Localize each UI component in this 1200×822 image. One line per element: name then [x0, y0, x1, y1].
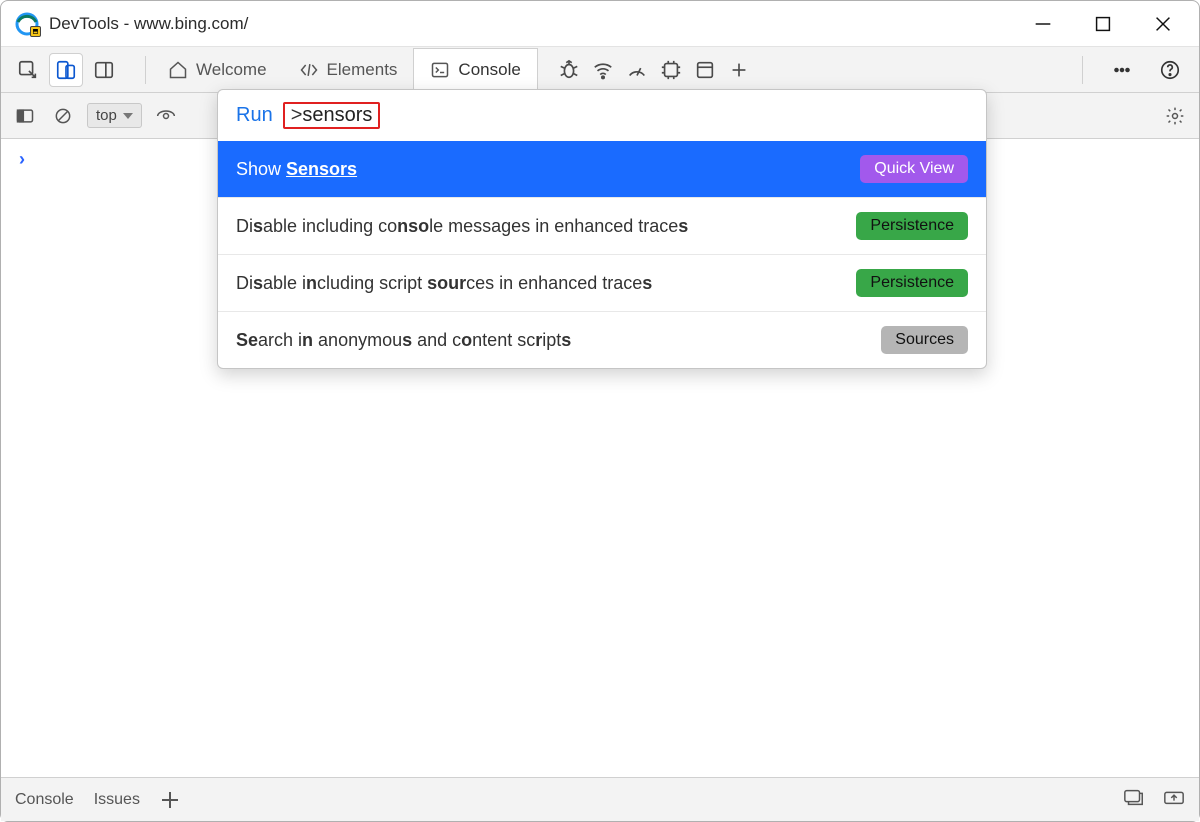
inspect-element-icon[interactable]	[11, 53, 45, 87]
command-category-pill: Sources	[881, 326, 968, 354]
tab-elements[interactable]: Elements	[283, 47, 414, 92]
drawer-tab-issues[interactable]: Issues	[94, 791, 140, 809]
drawer-statusbar: Console Issues	[1, 777, 1199, 821]
drawer-expand-icon[interactable]	[1163, 788, 1185, 811]
toggle-sidebar-icon[interactable]	[11, 102, 39, 130]
console-prompt-caret: ›	[19, 149, 25, 170]
drawer-add-tab-icon[interactable]	[160, 790, 180, 810]
command-menu-list: Show Sensors Quick View Disable includin…	[218, 141, 986, 368]
tab-console-label: Console	[458, 60, 520, 80]
command-menu-input[interactable]: >sensors	[283, 102, 381, 129]
execution-context-select[interactable]: top	[87, 103, 142, 128]
command-item-label: Search in anonymous and content scripts	[236, 330, 571, 351]
dock-side-icon[interactable]	[87, 53, 121, 87]
device-toolbar-icon[interactable]	[49, 53, 83, 87]
command-item-disable-script-sources[interactable]: Disable including script sources in enha…	[218, 254, 986, 311]
console-icon	[430, 60, 450, 80]
command-run-label: Run	[236, 104, 273, 127]
devtools-toolbar: Welcome Elements Console	[1, 47, 1199, 93]
performance-icon[interactable]	[620, 53, 654, 87]
clear-console-icon[interactable]	[49, 102, 77, 130]
command-item-disable-console-messages[interactable]: Disable including console messages in en…	[218, 197, 986, 254]
command-item-label: Show Sensors	[236, 159, 357, 180]
tab-welcome[interactable]: Welcome	[152, 47, 283, 92]
drawer-tab-console[interactable]: Console	[15, 791, 74, 809]
command-category-pill: Persistence	[856, 269, 968, 297]
command-item-show-sensors[interactable]: Show Sensors Quick View	[218, 141, 986, 197]
add-tab-icon[interactable]	[722, 53, 756, 87]
tab-elements-label: Elements	[327, 60, 398, 80]
separator	[1082, 56, 1083, 84]
code-icon	[299, 60, 319, 80]
separator	[145, 56, 146, 84]
command-item-search-content-scripts[interactable]: Search in anonymous and content scripts …	[218, 311, 986, 368]
command-item-label: Disable including console messages in en…	[236, 216, 688, 237]
debugger-icon[interactable]	[552, 53, 586, 87]
execution-context-label: top	[96, 107, 117, 124]
window-minimize-button[interactable]	[1013, 2, 1073, 46]
window-close-button[interactable]	[1133, 2, 1193, 46]
command-item-label: Disable including script sources in enha…	[236, 273, 652, 294]
memory-icon[interactable]	[654, 53, 688, 87]
window-titlebar: ⬒ DevTools - www.bing.com/	[1, 1, 1199, 47]
command-menu: Run >sensors Show Sensors Quick View Dis…	[217, 89, 987, 369]
command-category-pill: Persistence	[856, 212, 968, 240]
dropdown-icon	[123, 113, 133, 119]
tab-console[interactable]: Console	[413, 48, 537, 93]
live-expression-icon[interactable]	[152, 102, 180, 130]
network-conditions-icon[interactable]	[586, 53, 620, 87]
help-icon[interactable]	[1155, 55, 1185, 85]
drawer-errors-icon[interactable]	[1123, 788, 1145, 811]
window-maximize-button[interactable]	[1073, 2, 1133, 46]
window-title: DevTools - www.bing.com/	[49, 14, 248, 34]
tab-welcome-label: Welcome	[196, 60, 267, 80]
console-settings-icon[interactable]	[1161, 102, 1189, 130]
home-icon	[168, 60, 188, 80]
command-category-pill: Quick View	[860, 155, 968, 183]
app-icon: ⬒	[15, 12, 39, 36]
command-menu-input-row: Run >sensors	[218, 90, 986, 141]
application-icon[interactable]	[688, 53, 722, 87]
more-options-icon[interactable]	[1107, 55, 1137, 85]
